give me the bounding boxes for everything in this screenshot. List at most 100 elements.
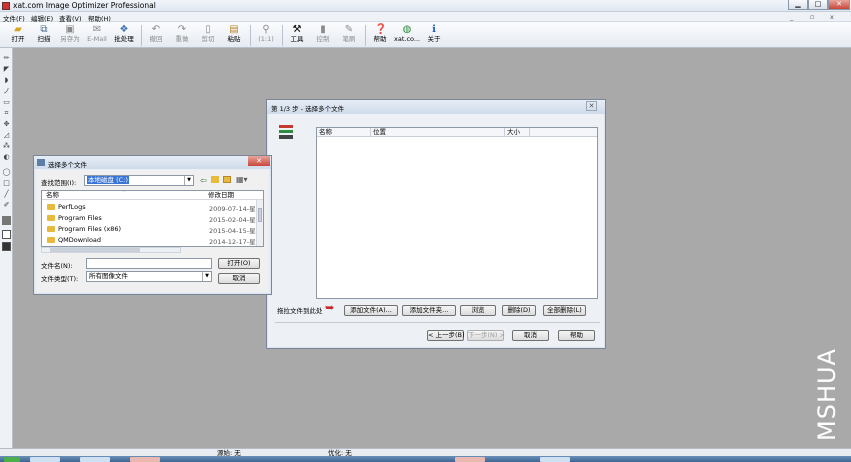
- watermark-text: MSHUA: [813, 348, 841, 442]
- redo-button[interactable]: ↷ 重做: [169, 24, 195, 47]
- about-button[interactable]: ℹ 关于: [421, 24, 447, 47]
- help-button[interactable]: ❓ 帮助: [367, 24, 393, 47]
- image-tool-icon[interactable]: ▭: [2, 98, 11, 107]
- tools-button[interactable]: ⚒ 工具: [284, 24, 310, 47]
- taskbar-item[interactable]: [455, 457, 485, 462]
- actual-size-button[interactable]: ⚲ (1:1): [253, 24, 279, 47]
- column-divider: [504, 128, 505, 137]
- wizard-close-button[interactable]: ✕: [586, 101, 597, 111]
- vertical-scrollbar[interactable]: [256, 200, 263, 246]
- list-item[interactable]: QMDownload: [47, 236, 101, 244]
- file-name: PerfLogs: [58, 203, 86, 211]
- open-button[interactable]: 打开(O): [218, 258, 260, 269]
- folder-icon: [47, 226, 55, 232]
- start-button[interactable]: [4, 457, 20, 462]
- back-arrow-icon[interactable]: ⇦: [200, 176, 207, 185]
- back-button[interactable]: < 上一步(B): [427, 330, 465, 341]
- taskbar-item[interactable]: [30, 457, 60, 462]
- batch-button[interactable]: ❖ 批处理: [111, 24, 137, 47]
- color-swatch-icon[interactable]: [2, 216, 11, 225]
- filetype-dropdown-icon[interactable]: ▼: [202, 272, 211, 281]
- toolbar-separator: [365, 25, 366, 46]
- eraser-tool-icon[interactable]: ◐: [2, 153, 11, 162]
- close-button[interactable]: ✕: [828, 0, 850, 10]
- cut-button[interactable]: ▯ 剪切: [195, 24, 221, 47]
- column-name[interactable]: 名称: [319, 128, 332, 137]
- batch-icon: ❖: [119, 24, 129, 35]
- add-file-button[interactable]: 添加文件(A)...: [344, 305, 398, 316]
- brush-button[interactable]: ✎ 笔刷: [336, 24, 362, 47]
- drag-arrow-icon: ➥: [325, 301, 335, 314]
- delete-button[interactable]: 删除(D): [502, 305, 536, 316]
- browse-button[interactable]: 浏览: [460, 305, 496, 316]
- crop-tool-icon[interactable]: ⌗: [2, 109, 11, 118]
- folder-icon: [47, 215, 55, 221]
- dialog-cancel-button[interactable]: 取消: [218, 273, 260, 284]
- add-folder-button[interactable]: 添加文件夹...: [402, 305, 456, 316]
- fill-tool-icon[interactable]: ◗: [2, 76, 11, 85]
- taskbar-item[interactable]: [80, 457, 110, 462]
- column-location[interactable]: 位置: [373, 128, 386, 137]
- background-color-icon[interactable]: [2, 230, 11, 239]
- scan-button[interactable]: ⧉ 扫描: [31, 24, 57, 47]
- filename-input[interactable]: [86, 258, 212, 269]
- line-tool-icon[interactable]: ╱: [2, 190, 11, 199]
- undo-button[interactable]: ↶ 撤回: [143, 24, 169, 47]
- taskbar-item[interactable]: [540, 457, 570, 462]
- lookin-value: 本地磁盘 (C:): [87, 176, 129, 184]
- wizard-cancel-button[interactable]: 取消: [512, 330, 549, 341]
- pencil-tool-icon[interactable]: ✏: [2, 54, 11, 63]
- maximize-button[interactable]: □: [808, 0, 828, 10]
- dialog-close-button[interactable]: ✕: [248, 156, 270, 166]
- list-item[interactable]: PerfLogs: [47, 203, 86, 211]
- horizontal-scrollbar[interactable]: [41, 247, 181, 253]
- lookin-combo[interactable]: 本地磁盘 (C:) ▼: [84, 175, 194, 186]
- dialog-col-date[interactable]: 修改日期: [208, 191, 234, 200]
- column-size[interactable]: 大小: [507, 128, 520, 137]
- arrow-tool-icon[interactable]: ◤: [2, 65, 11, 74]
- spray-tool-icon[interactable]: ⁂: [2, 142, 11, 151]
- view-menu-icon[interactable]: ▦▾: [236, 175, 248, 184]
- dialog-caption: 选择多个文件 ✕: [34, 156, 271, 169]
- email-button[interactable]: ✉ E-Mail: [84, 24, 110, 47]
- open-button[interactable]: ▰ 打开: [5, 24, 31, 47]
- taskbar-item[interactable]: [130, 457, 160, 462]
- mdi-close-button[interactable]: x: [830, 13, 834, 21]
- curve-tool-icon[interactable]: ◿: [2, 131, 11, 140]
- file-list[interactable]: 名称 位置 大小: [316, 127, 598, 299]
- wizard-divider: [275, 322, 600, 323]
- delete-all-button[interactable]: 全部删除(L): [543, 305, 586, 316]
- brush-tool-icon[interactable]: ✐: [2, 201, 11, 210]
- filetype-select[interactable]: 所有图像文件 ▼: [86, 271, 212, 282]
- wizard-title: 第 1/3 步 - 选择多个文件: [271, 105, 345, 113]
- globe-icon: ◍: [402, 24, 412, 35]
- foreground-color-icon[interactable]: [2, 242, 11, 251]
- up-folder-icon[interactable]: [211, 176, 219, 183]
- lasso-tool-icon[interactable]: ◯: [2, 168, 11, 177]
- minimize-button[interactable]: ▁: [788, 0, 808, 10]
- wizard-logo-icon: [279, 125, 293, 141]
- list-item[interactable]: Program Files: [47, 214, 102, 222]
- next-button[interactable]: 下一步(N) >: [467, 330, 505, 341]
- dropper-tool-icon[interactable]: ノ: [2, 87, 11, 96]
- wizard-caption: 第 1/3 步 - 选择多个文件 ✕: [267, 100, 605, 114]
- mdi-minimize-button[interactable]: _: [790, 13, 793, 21]
- mdi-restore-button[interactable]: ▫: [810, 13, 814, 21]
- lookin-label: 查找范围(I):: [41, 179, 77, 187]
- save-icon: ▣: [65, 24, 75, 35]
- dialog-col-name[interactable]: 名称: [46, 191, 59, 200]
- move-tool-icon[interactable]: ✥: [2, 120, 11, 129]
- website-button[interactable]: ◍ xat.co...: [394, 24, 420, 47]
- dialog-file-list[interactable]: 名称 ^ 修改日期 PerfLogs 2009-07-14-星期 Program…: [41, 190, 264, 247]
- control-button[interactable]: ▮ 控制: [310, 24, 336, 47]
- paste-icon: ▤: [229, 24, 239, 35]
- paste-button[interactable]: ▤ 粘贴: [221, 24, 247, 47]
- file-name: QMDownload: [58, 236, 102, 244]
- menu-bar: 文件(F) 编辑(E) 查看(V) 帮助(H) _ ▫ x: [0, 12, 851, 23]
- rectangle-tool-icon[interactable]: □: [2, 179, 11, 188]
- lookin-dropdown-icon[interactable]: ▼: [184, 176, 193, 185]
- save-as-button[interactable]: ▣ 另存为: [57, 24, 83, 47]
- new-folder-icon[interactable]: [223, 176, 231, 183]
- wizard-help-button[interactable]: 帮助: [558, 330, 595, 341]
- list-item[interactable]: Program Files (x86): [47, 225, 121, 233]
